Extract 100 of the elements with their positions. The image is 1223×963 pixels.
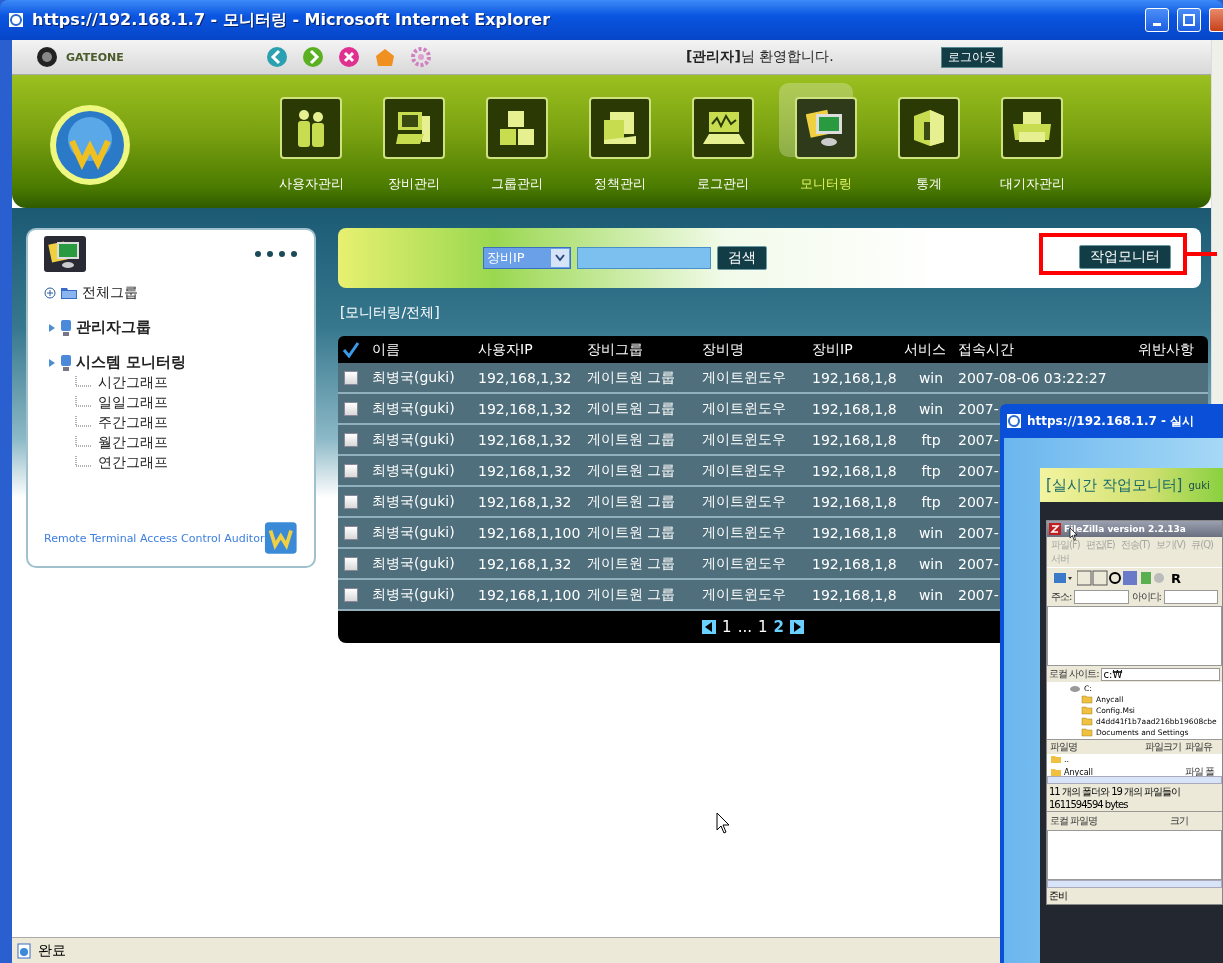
- page-link[interactable]: 1: [722, 618, 732, 636]
- tree-item[interactable]: 주간그래프: [98, 414, 168, 432]
- window-title: https://192.168.1.7 - 모니터링 - Microsoft Internet Explorer: [32, 9, 552, 31]
- minimize-icon: [1153, 22, 1161, 26]
- table-cell: win: [918, 586, 944, 603]
- maximize-button[interactable]: [1177, 8, 1201, 32]
- table-cell: 2007-: [958, 493, 999, 510]
- folder-icon: [1081, 695, 1093, 704]
- page-link[interactable]: 1: [757, 618, 768, 636]
- table-cell: win: [918, 555, 944, 572]
- column-header[interactable]: 크기: [1170, 814, 1219, 828]
- table-cell: 192,168,1,32: [478, 400, 572, 417]
- table-cell: 게이트윈도우: [702, 461, 786, 480]
- logo-icon: [36, 46, 58, 68]
- logout-button[interactable]: 로그아웃: [941, 46, 1003, 68]
- table-cell: ftp: [921, 431, 941, 448]
- triangle-icon[interactable]: [48, 357, 56, 368]
- column-header: 장비명: [702, 340, 745, 359]
- file-name[interactable]: Anycall: [1050, 767, 1185, 777]
- summary-text: 11 개의 폴더와 19 개의 파일들이 1611594594 bytes: [1048, 785, 1182, 811]
- search-field[interactable]: [577, 247, 711, 269]
- back-icon[interactable]: [266, 46, 288, 68]
- page-icon: [16, 942, 32, 959]
- scrollbar[interactable]: [1047, 880, 1222, 888]
- table-cell: 게이트윈도우: [702, 523, 786, 542]
- row-checkbox[interactable]: [344, 525, 358, 540]
- row-checkbox[interactable]: [344, 494, 358, 509]
- field-label: 로컬 사이트:: [1049, 667, 1099, 681]
- tree-item[interactable]: 월간그래프: [98, 434, 168, 452]
- table-cell: 192,168,1,32: [478, 555, 572, 572]
- minimize-button[interactable]: [1145, 8, 1169, 32]
- toolbar-icons-drawing[interactable]: [1077, 570, 1167, 586]
- column-header: 접속시간: [958, 340, 1015, 359]
- app-icon: [1049, 523, 1061, 535]
- table-cell: 최병국(guki): [372, 461, 455, 480]
- expand-icon[interactable]: [44, 287, 56, 299]
- table-cell: 192,168,1,32: [478, 493, 572, 510]
- close-button[interactable]: [1209, 8, 1223, 32]
- tree-item[interactable]: 시스템 모니터링: [76, 353, 187, 372]
- row-checkbox[interactable]: [344, 401, 358, 416]
- row-checkbox[interactable]: [344, 556, 358, 571]
- forward-icon[interactable]: [302, 46, 324, 68]
- row-checkbox[interactable]: [344, 463, 358, 478]
- column-header[interactable]: 파일크기: [1145, 740, 1185, 754]
- triangle-icon[interactable]: [48, 322, 56, 333]
- row-checkbox[interactable]: [344, 370, 358, 385]
- tree-item[interactable]: 시간그래프: [98, 374, 168, 392]
- user-field[interactable]: [1163, 590, 1218, 604]
- column-header[interactable]: 파일유: [1185, 740, 1222, 754]
- product-name: Remote Terminal Access Control Auditor: [44, 531, 265, 545]
- table-cell: win: [918, 524, 944, 541]
- browser-icon: [8, 12, 24, 28]
- table-cell: 최병국(guki): [372, 492, 455, 511]
- more-icon[interactable]: [254, 250, 298, 258]
- status-text: 준비: [1048, 889, 1068, 903]
- table-cell: 최병국(guki): [372, 430, 455, 449]
- field-label: 주소:: [1051, 590, 1072, 604]
- tree-connector-icon: [74, 396, 94, 410]
- table-cell: 최병국(guki): [372, 368, 455, 387]
- page-link[interactable]: 2: [773, 618, 784, 636]
- previous-page-icon[interactable]: [702, 620, 717, 634]
- tree-item[interactable]: 연간그래프: [98, 454, 168, 472]
- table-cell: win: [918, 369, 944, 386]
- toolbar-letter[interactable]: R: [1171, 570, 1181, 586]
- next-page-icon[interactable]: [789, 620, 804, 634]
- stop-icon[interactable]: [338, 46, 360, 68]
- table-cell: 게이트원 그룹: [587, 492, 676, 511]
- brand-name: GATEONE: [66, 50, 125, 64]
- table-cell: 192,168,1,32: [478, 462, 572, 479]
- server-icon[interactable]: [1053, 571, 1073, 585]
- file-name[interactable]: ..: [1050, 755, 1185, 764]
- monitor-button[interactable]: 작업모니터: [1079, 245, 1171, 269]
- column-header[interactable]: 파일명: [1050, 740, 1145, 754]
- row-checkbox[interactable]: [344, 587, 358, 602]
- local-site-field[interactable]: c:₩: [1100, 667, 1220, 681]
- tree-item[interactable]: 일일그래프: [98, 394, 168, 412]
- table-cell: 2007-: [958, 524, 999, 541]
- table-cell: 최병국(guki): [372, 399, 455, 418]
- tree-connector-icon: [74, 456, 94, 470]
- breadcrumb: [모니터링/전체]: [340, 304, 441, 322]
- address-field[interactable]: [1074, 590, 1129, 604]
- table-cell: 게이트윈도우: [702, 554, 786, 573]
- table-cell: ftp: [921, 462, 941, 479]
- tree-connector-icon: [74, 436, 94, 450]
- search-button[interactable]: 검색: [717, 246, 767, 270]
- scrollbar[interactable]: [1047, 776, 1222, 784]
- row-checkbox[interactable]: [344, 432, 358, 447]
- folder-icon: [1081, 706, 1093, 715]
- laptop-icon: [701, 110, 745, 146]
- table-cell: 최병국(guki): [372, 554, 455, 573]
- table-cell: 192,168,1,8: [812, 431, 897, 448]
- column-header: 장비그룹: [587, 340, 644, 359]
- check-icon[interactable]: [342, 341, 360, 358]
- tree-item[interactable]: 관리자그룹: [76, 318, 151, 337]
- table-cell: 192,168,1,8: [812, 462, 897, 479]
- column-header[interactable]: 로컬 파일명: [1050, 814, 1170, 828]
- tree-item[interactable]: 전체그룹: [82, 284, 138, 302]
- column-header: 서비스: [904, 340, 947, 359]
- page-link[interactable]: ...: [737, 618, 752, 636]
- file-type: 파일 폴: [1185, 765, 1216, 779]
